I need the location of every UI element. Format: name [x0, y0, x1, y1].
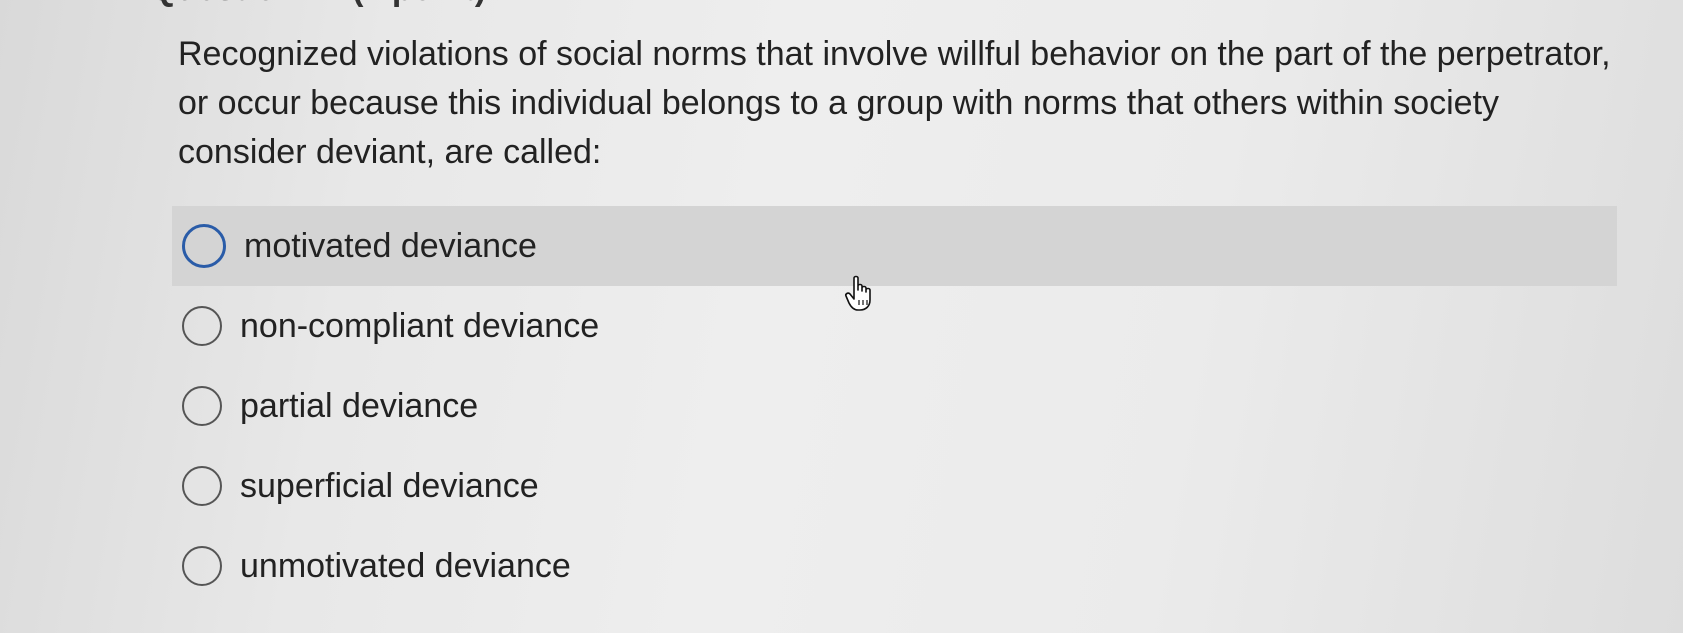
option-partial-deviance[interactable]: partial deviance: [172, 366, 1617, 446]
radio-button[interactable]: [182, 224, 226, 268]
option-label: superficial deviance: [240, 466, 539, 505]
option-motivated-deviance[interactable]: motivated deviance: [172, 206, 1617, 286]
radio-button[interactable]: [182, 386, 222, 426]
question-heading: Question 11 (1 point): [150, 0, 486, 9]
option-superficial-deviance[interactable]: superficial deviance: [172, 446, 1617, 526]
option-label: motivated deviance: [244, 226, 537, 265]
radio-button[interactable]: [182, 306, 222, 346]
option-label: partial deviance: [240, 386, 479, 425]
hand-pointer-icon: [842, 274, 882, 314]
option-non-compliant-deviance[interactable]: non-compliant deviance: [172, 286, 1617, 366]
option-label: non-compliant deviance: [240, 306, 600, 345]
radio-button[interactable]: [182, 546, 222, 586]
answer-options: motivated deviance non-compliant devianc…: [172, 206, 1617, 606]
question-prompt: Recognized violations of social norms th…: [178, 35, 1611, 171]
option-unmotivated-deviance[interactable]: unmotivated deviance: [172, 526, 1617, 606]
radio-button[interactable]: [182, 466, 222, 506]
option-label: unmotivated deviance: [240, 546, 571, 585]
